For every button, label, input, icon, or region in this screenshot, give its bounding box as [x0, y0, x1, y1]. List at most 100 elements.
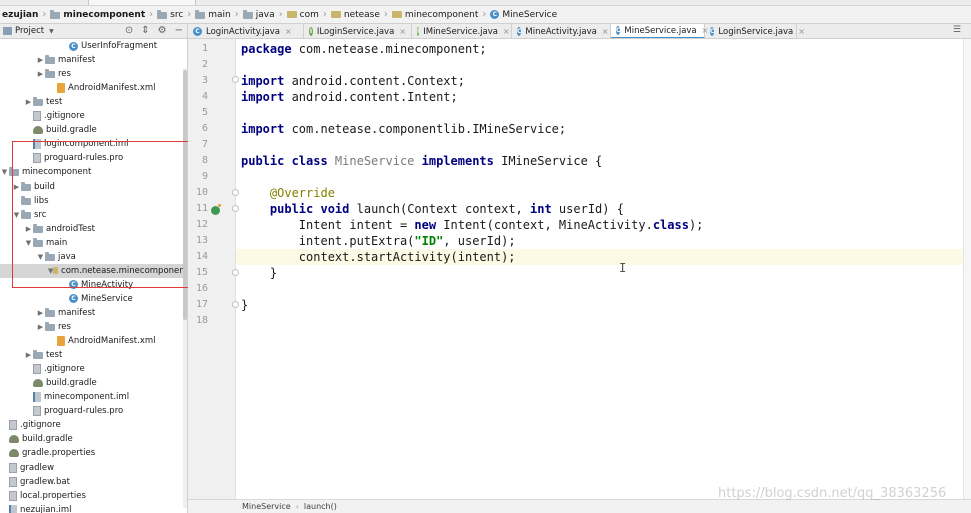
breadcrumb-package[interactable]: minecomponent	[390, 6, 480, 23]
tree-item[interactable]: ▶ test	[0, 95, 187, 109]
collapse-arrow-icon[interactable]: ▶	[24, 98, 33, 106]
tree-item[interactable]: build.gradle	[0, 123, 187, 137]
collapse-arrow-icon[interactable]: ▶	[36, 56, 45, 64]
expand-arrow-icon[interactable]: ▼	[0, 168, 9, 176]
tree-item[interactable]: ▼ main	[0, 236, 187, 250]
tree-item[interactable]: ▼ java	[0, 250, 187, 264]
collapse-arrow-icon[interactable]: ▶	[36, 309, 45, 317]
tree-item[interactable]: proguard-rules.pro	[0, 151, 187, 165]
chevron-right-icon: ›	[383, 9, 388, 20]
breadcrumb-com[interactable]: com	[285, 6, 321, 23]
interface-icon: I	[417, 27, 420, 36]
tree-item[interactable]: ▶ res	[0, 320, 187, 334]
tree-item[interactable]: ▶ manifest	[0, 306, 187, 320]
tree-item-label: gradle.properties	[22, 448, 96, 459]
class-icon: C	[69, 280, 78, 290]
tree-item[interactable]: .gitignore	[0, 109, 187, 123]
keyword: int	[530, 202, 552, 216]
tree-item[interactable]: C MineService	[0, 292, 187, 306]
expand-arrow-icon[interactable]: ▼	[36, 253, 45, 261]
breadcrumb-netease[interactable]: netease	[329, 6, 382, 23]
gear-icon[interactable]: ⚙	[158, 25, 167, 36]
tab-list-icon[interactable]: ☰	[953, 25, 961, 35]
tree-item[interactable]: .gitignore	[0, 362, 187, 376]
collapse-arrow-icon[interactable]: ▶	[24, 225, 33, 233]
fold-marker-icon[interactable]	[232, 189, 239, 196]
tree-item[interactable]: ▶ manifest	[0, 53, 187, 67]
editor-tab[interactable]: C LoginActivity.java ×	[188, 24, 304, 38]
code-text: launch(Context context,	[349, 202, 531, 216]
tree-item[interactable]: logincomponent.iml	[0, 137, 187, 151]
tree-item[interactable]: C MineActivity	[0, 278, 187, 292]
tree-item[interactable]: nezujian.iml	[0, 503, 187, 513]
breadcrumb-method[interactable]: launch()	[304, 502, 337, 511]
breadcrumb-file[interactable]: C MineService	[488, 6, 559, 23]
tree-item[interactable]: gradlew	[0, 461, 187, 475]
dropdown-arrow-icon[interactable]: ▼	[49, 28, 54, 35]
tree-item[interactable]: ▶ res	[0, 67, 187, 81]
tree-item-label: UserInfoFragment	[81, 41, 158, 51]
code-line: public class MineService implements IMin…	[241, 153, 602, 169]
target-icon[interactable]: ⊙	[125, 25, 133, 36]
tree-item[interactable]: gradlew.bat	[0, 475, 187, 489]
close-icon[interactable]: ×	[285, 27, 292, 36]
tree-item[interactable]: local.properties	[0, 489, 187, 503]
collapse-arrow-icon[interactable]: ▶	[12, 183, 21, 191]
tree-item[interactable]: ▼ com.netease.minecomponent	[0, 263, 187, 278]
hide-panel-icon[interactable]: −	[175, 25, 183, 36]
project-view-selector[interactable]: Project	[15, 26, 44, 36]
editor-tab[interactable]: C MineService.java ×	[611, 24, 708, 38]
editor-tab[interactable]: C LoginService.java ×	[705, 24, 805, 38]
fold-marker-icon[interactable]	[232, 301, 239, 308]
editor-tab[interactable]: I IMineService.java ×	[412, 24, 512, 38]
close-icon[interactable]: ×	[503, 27, 510, 36]
breadcrumb-main[interactable]: main	[193, 6, 233, 23]
scrollbar-thumb[interactable]	[183, 70, 187, 320]
fold-marker-icon[interactable]	[232, 205, 239, 212]
breadcrumb-module[interactable]: minecomponent	[48, 6, 147, 23]
tree-item[interactable]: build.gradle	[0, 432, 187, 446]
tree-item[interactable]: C UserInfoFragment	[0, 39, 187, 53]
fold-marker-icon[interactable]	[232, 76, 239, 83]
collapse-arrow-icon[interactable]: ▶	[36, 70, 45, 78]
tree-item[interactable]: build.gradle	[0, 376, 187, 390]
error-stripe[interactable]	[963, 39, 971, 499]
editor-tab[interactable]: I ILoginService.java ×	[304, 24, 412, 38]
tree-item[interactable]: AndroidManifest.xml	[0, 334, 187, 348]
line-number: 18	[195, 315, 208, 326]
gradle-icon	[9, 449, 19, 458]
tree-item-label: minecomponent.iml	[44, 392, 130, 403]
line-number: 3	[201, 75, 208, 86]
tree-item[interactable]: ▶ build	[0, 180, 187, 194]
tree-item[interactable]: minecomponent.iml	[0, 390, 187, 404]
tree-item[interactable]: ▼ minecomponent	[0, 165, 187, 179]
tree-item-label: gradlew.bat	[20, 476, 70, 487]
breadcrumb-class[interactable]: MineService	[242, 502, 291, 511]
tree-item[interactable]: gradle.properties	[0, 446, 187, 460]
breadcrumb-project[interactable]: ezujian	[0, 6, 40, 23]
folder-icon	[33, 237, 43, 247]
tree-item-label: logincomponent.iml	[44, 139, 129, 150]
collapse-all-icon[interactable]: ⇕	[141, 25, 149, 36]
implements-method-icon[interactable]	[211, 204, 221, 215]
expand-arrow-icon[interactable]: ▼	[12, 211, 21, 219]
tree-item[interactable]: AndroidManifest.xml	[0, 81, 187, 95]
tree-item-label: build	[34, 181, 55, 192]
breadcrumb-java[interactable]: java	[241, 6, 277, 23]
close-icon[interactable]: ×	[602, 27, 609, 36]
tree-item[interactable]: .gitignore	[0, 418, 187, 432]
expand-arrow-icon[interactable]: ▼	[24, 239, 33, 247]
close-icon[interactable]: ×	[399, 27, 406, 36]
collapse-arrow-icon[interactable]: ▶	[24, 351, 33, 359]
breadcrumb-src[interactable]: src	[155, 6, 185, 23]
fold-marker-icon[interactable]	[232, 269, 239, 276]
tree-item[interactable]: libs	[0, 194, 187, 208]
close-icon[interactable]: ×	[798, 27, 805, 36]
editor-tab[interactable]: C MineActivity.java ×	[512, 24, 611, 38]
tree-item[interactable]: ▼ src	[0, 208, 187, 222]
code-editor[interactable]: 1 2 3 4 5 6 7 8 9 10 11 12 13 14 15 16 17 18 package com.…	[188, 39, 971, 499]
tree-item[interactable]: proguard-rules.pro	[0, 404, 187, 418]
tree-item[interactable]: ▶ androidTest	[0, 222, 187, 236]
tree-item[interactable]: ▶ test	[0, 348, 187, 362]
collapse-arrow-icon[interactable]: ▶	[36, 323, 45, 331]
